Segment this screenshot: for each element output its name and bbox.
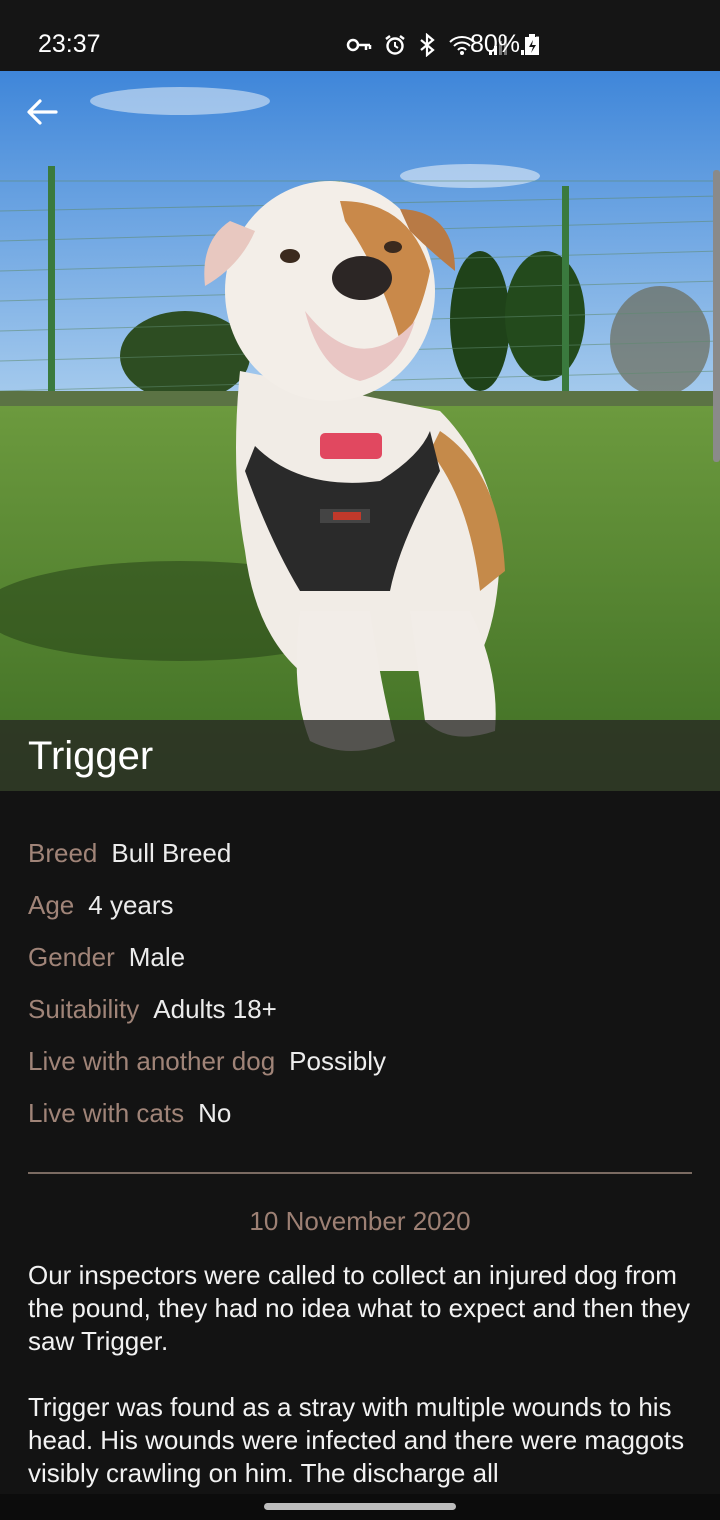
detail-label: Live with another dog xyxy=(28,1046,276,1076)
battery-percent: 80% xyxy=(470,30,521,58)
detail-value: No xyxy=(198,1098,232,1128)
battery-icon xyxy=(524,34,540,61)
detail-row-breed: Breed Bull Breed xyxy=(28,836,692,888)
bluetooth-icon xyxy=(418,33,436,57)
detail-label: Suitability xyxy=(28,994,140,1024)
detail-value: Male xyxy=(128,942,186,972)
detail-label: Age xyxy=(28,890,75,920)
story-paragraph: Our inspectors were called to collect an… xyxy=(28,1260,691,1356)
pet-name: Trigger xyxy=(28,734,154,778)
scroll-indicator[interactable] xyxy=(713,170,720,462)
alarm-icon xyxy=(384,34,406,56)
home-handle[interactable] xyxy=(264,1503,456,1510)
story-date: 10 November 2020 xyxy=(249,1206,471,1236)
story-text: Our inspectors were called to collect an… xyxy=(28,1259,696,1520)
status-time: 23:37 xyxy=(38,30,101,58)
detail-row-gender: Gender Male xyxy=(28,940,692,992)
detail-row-suitability: Suitability Adults 18+ xyxy=(28,992,692,1044)
detail-value: 4 years xyxy=(88,890,174,920)
details-list: Breed Bull Breed Age 4 years Gender Male Su… xyxy=(28,836,692,1148)
detail-label: Breed xyxy=(28,838,98,868)
detail-label: Gender xyxy=(28,942,115,972)
divider xyxy=(28,1172,692,1174)
detail-label: Live with cats xyxy=(28,1098,185,1128)
status-bar: 23:37 80% xyxy=(0,0,720,71)
detail-row-dogs: Live with another dog Possibly xyxy=(28,1044,692,1096)
detail-value: Adults 18+ xyxy=(153,994,277,1024)
key-icon xyxy=(346,36,372,54)
arrow-left-icon xyxy=(26,98,58,131)
detail-value: Bull Breed xyxy=(111,838,232,868)
detail-value: Possibly xyxy=(289,1046,386,1076)
story-paragraph: Trigger was found as a stray with multip… xyxy=(28,1392,685,1488)
detail-row-cats: Live with cats No xyxy=(28,1096,692,1148)
dog-photo xyxy=(0,71,720,791)
detail-row-age: Age 4 years xyxy=(28,888,692,940)
back-button[interactable] xyxy=(22,94,62,134)
